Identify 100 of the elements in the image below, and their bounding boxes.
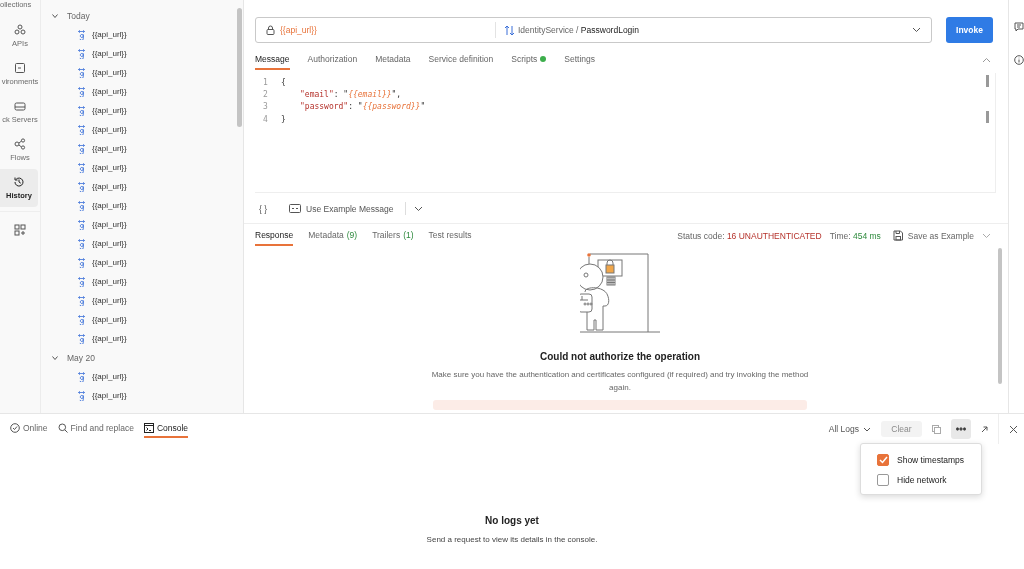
invoke-button[interactable]: Invoke: [946, 17, 993, 43]
grpc-request-icon: [78, 219, 85, 230]
grpc-request-icon: [78, 29, 85, 40]
request-entry[interactable]: {{api_url}}: [41, 63, 243, 82]
grpc-request-icon: [78, 333, 85, 344]
comment-icon[interactable]: [1014, 22, 1024, 32]
grpc-request-icon: [78, 143, 85, 154]
check-circle-icon: [10, 423, 20, 433]
request-entry[interactable]: {{api_url}}: [41, 367, 243, 386]
expand-icon[interactable]: [981, 425, 988, 433]
add-widget-icon: [14, 223, 26, 236]
menu-option[interactable]: Hide network: [877, 470, 981, 490]
checkbox[interactable]: [877, 454, 889, 466]
history-group-header[interactable]: Today: [41, 6, 243, 25]
grpc-request-icon: [78, 314, 85, 325]
scrollbar[interactable]: [986, 111, 989, 123]
code-line: "email": "{{email}}",: [299, 89, 402, 99]
code-editor[interactable]: 1 { 2 "email": "{{email}}", 3 "password": "{{password}}" 4 }: [255, 73, 996, 193]
close-icon[interactable]: [1009, 424, 1018, 434]
tab[interactable]: Service definition: [428, 50, 494, 70]
caret-down-icon[interactable]: [414, 205, 424, 212]
request-bar[interactable]: {{api_url}} IdentityService / PasswordLogin: [255, 17, 932, 43]
request-entry[interactable]: {{api_url}}: [41, 139, 243, 158]
tab[interactable]: Test results: [428, 225, 472, 246]
apis-icon: [14, 24, 26, 36]
request-entry[interactable]: {{api_url}}: [41, 310, 243, 329]
code-line: }: [281, 114, 286, 124]
request-entry[interactable]: {{api_url}}: [41, 272, 243, 291]
grpc-request-icon: [78, 371, 85, 382]
grpc-request-icon: [78, 181, 85, 192]
tab[interactable]: Metadata: [375, 50, 411, 70]
status-bar-tab[interactable]: Online: [10, 420, 48, 438]
request-entry[interactable]: {{api_url}}: [41, 329, 243, 348]
flow-icon: [14, 138, 26, 150]
request-entry[interactable]: {{api_url}}: [41, 215, 243, 234]
message-icon: [289, 204, 302, 213]
console-empty-message: Send a request to view its details in the console.: [426, 535, 598, 544]
chevron-icon: [51, 11, 59, 20]
save-icon: [892, 230, 903, 241]
grpc-request-icon: [78, 238, 85, 249]
tab[interactable]: Authorization: [307, 50, 358, 70]
request-entry[interactable]: {{api_url}}: [41, 234, 243, 253]
beautify-button[interactable]: { }: [255, 203, 272, 214]
request-entry[interactable]: {{api_url}}: [41, 386, 243, 405]
save-as-example-button[interactable]: Save as Example: [892, 230, 974, 241]
scrollbar[interactable]: [998, 248, 1002, 384]
grpc-request-icon: [78, 48, 85, 59]
checkbox[interactable]: [877, 474, 889, 486]
url-text: {{api_url}}: [280, 25, 318, 35]
empty-state-message: Make sure you have the authentication and certificates configured (if required) and try invoking the method again.: [430, 369, 810, 394]
menu-option[interactable]: Show timestamps: [877, 450, 981, 470]
tab[interactable]: Settings: [564, 50, 595, 70]
sort-arrows-icon: [504, 24, 515, 36]
tab[interactable]: Metadata (9): [308, 225, 358, 246]
history-group-header[interactable]: May 20: [41, 348, 243, 367]
code-line: "password": "{{password}}": [299, 102, 426, 112]
collapse-icon[interactable]: [982, 57, 991, 63]
grpc-request-icon: [78, 124, 85, 135]
request-entry[interactable]: {{api_url}}: [41, 177, 243, 196]
status-bar-tab[interactable]: Console: [143, 420, 189, 438]
example-button[interactable]: Use Example Message: [285, 203, 398, 214]
status-code: Status code: 16 UNAUTHENTICATED: [677, 230, 822, 241]
request-entry[interactable]: {{api_url}}: [41, 291, 243, 310]
request-entry[interactable]: {{api_url}}: [41, 120, 243, 139]
scrollbar[interactable]: [986, 75, 989, 87]
empty-state-title: Could not authorize the operation: [540, 351, 700, 362]
caret-down-icon[interactable]: [912, 27, 921, 33]
request-entry[interactable]: {{api_url}}: [41, 158, 243, 177]
tab[interactable]: Message: [255, 50, 290, 70]
more-options-button[interactable]: [951, 419, 971, 439]
line-number: 4: [262, 114, 269, 124]
request-entry[interactable]: {{api_url}}: [41, 101, 243, 120]
server-icon: [14, 100, 26, 112]
tab[interactable]: Scripts: [511, 50, 547, 70]
copy-icon[interactable]: [932, 424, 941, 434]
request-entry[interactable]: {{api_url}}: [41, 25, 243, 44]
lock-icon: [266, 25, 275, 35]
request-entry[interactable]: {{api_url}}: [41, 196, 243, 215]
environment-icon: [14, 62, 26, 74]
tab[interactable]: Response: [255, 225, 294, 246]
status-bar-tab[interactable]: Find and replace: [57, 420, 134, 438]
console-empty-title: No logs yet: [485, 515, 539, 526]
terminal-icon: [143, 423, 154, 433]
request-entry[interactable]: {{api_url}}: [41, 253, 243, 272]
info-icon[interactable]: [1014, 55, 1024, 65]
search-icon: [57, 423, 68, 433]
request-entry[interactable]: {{api_url}}: [41, 82, 243, 101]
grpc-request-icon: [78, 162, 85, 173]
request-entry[interactable]: {{api_url}}: [41, 44, 243, 63]
scrollbar[interactable]: [237, 8, 242, 127]
log-filter-dropdown[interactable]: All Logs: [828, 424, 871, 434]
method-path: IdentityService / PasswordLogin: [518, 25, 639, 35]
grpc-request-icon: [78, 295, 85, 306]
grpc-request-icon: [78, 276, 85, 287]
tab[interactable]: Trailers (1): [372, 225, 414, 246]
grpc-request-icon: [78, 105, 85, 116]
more-icon: [956, 427, 966, 431]
grpc-request-icon: [78, 257, 85, 268]
code-line: {: [281, 77, 286, 87]
line-number: 2: [262, 89, 269, 99]
